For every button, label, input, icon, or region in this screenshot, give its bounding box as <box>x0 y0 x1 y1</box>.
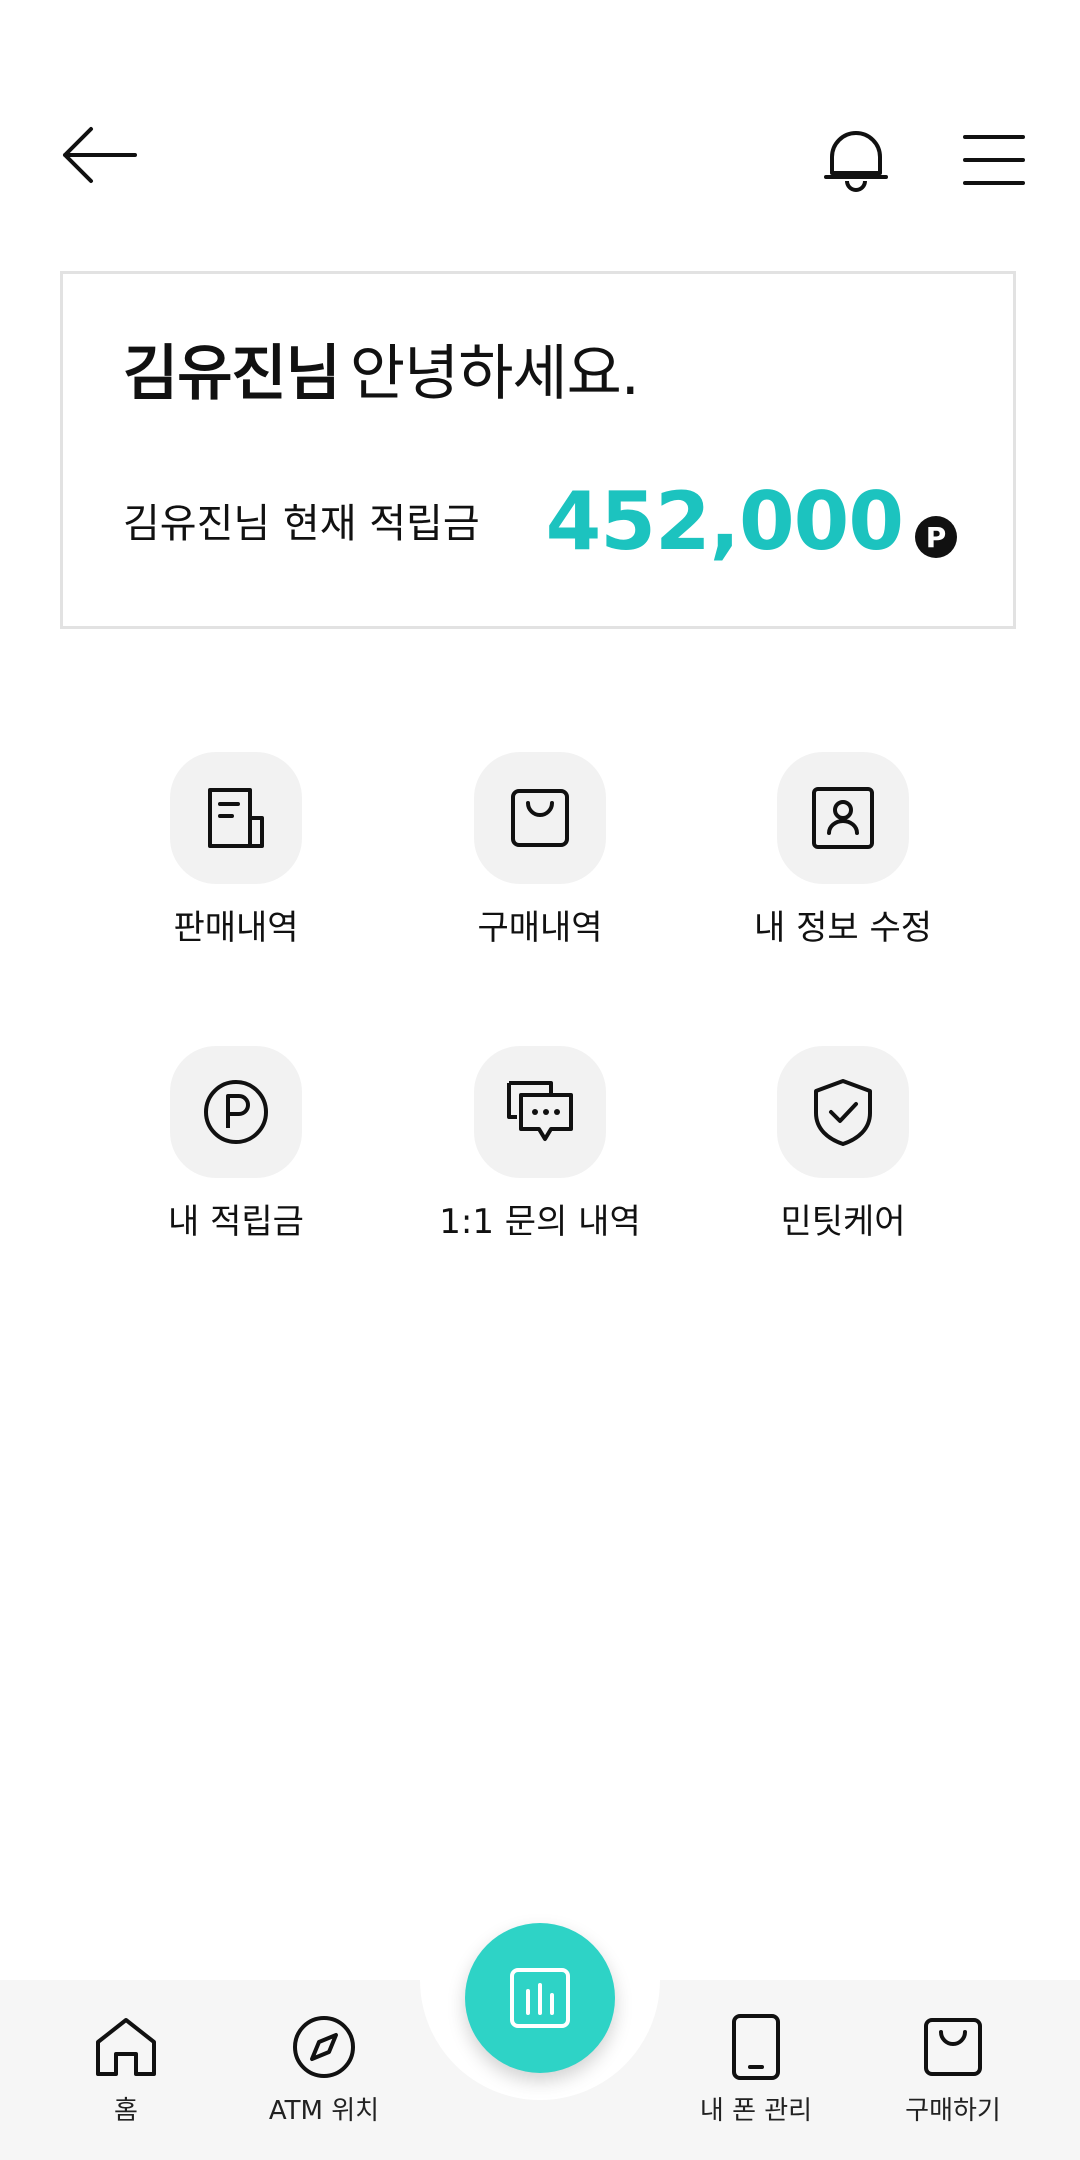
arrow-left-icon <box>63 127 137 183</box>
center-action-button[interactable] <box>465 1923 615 2073</box>
menu-item-purchase-history[interactable]: 구매내역 <box>410 752 670 992</box>
user-name: 김유진님 <box>123 339 341 409</box>
greeting-message: 안녕하세요. <box>349 339 640 409</box>
menu-item-label: 내 정보 수정 <box>753 908 932 948</box>
back-button[interactable] <box>44 110 154 200</box>
shopping-bag-icon <box>511 789 569 847</box>
greeting-card: 김유진님 안녕하세요. 김유진님 현재 적립금 452,000 P <box>60 271 1016 629</box>
point-badge: P <box>915 516 957 558</box>
menu-item-label: 판매내역 <box>173 908 299 948</box>
nav-buy[interactable]: 구매하기 <box>853 2010 1053 2124</box>
balance-label: 김유진님 현재 적립금 <box>123 501 480 547</box>
menu-item-sales-history[interactable]: 판매내역 <box>106 752 366 992</box>
compass-icon <box>293 2016 355 2078</box>
shield-check-icon <box>814 1079 872 1146</box>
balance-amount: 452,000 <box>545 475 904 568</box>
menu-item-label: 1:1 문의 내역 <box>439 1202 641 1242</box>
menu-button[interactable] <box>944 110 1044 210</box>
notification-button[interactable] <box>806 110 906 210</box>
bell-icon <box>824 131 888 192</box>
point-coin-icon <box>204 1080 268 1144</box>
hamburger-menu-icon <box>963 135 1025 185</box>
home-icon <box>96 2018 156 2076</box>
menu-item-label: 구매내역 <box>477 908 603 948</box>
nav-atm-location[interactable]: ATM 위치 <box>224 2010 424 2124</box>
shopping-bag-icon <box>924 2018 982 2076</box>
nav-my-phone[interactable]: 내 폰 관리 <box>656 2010 856 2124</box>
nav-label: 구매하기 <box>905 2096 1001 2126</box>
bar-chart-icon <box>510 1968 570 2028</box>
profile-card-icon <box>812 787 874 849</box>
phone-icon <box>732 2014 780 2080</box>
menu-item-label: 내 적립금 <box>168 1202 304 1242</box>
menu-icon-box <box>474 752 606 884</box>
menu-item-mintit-care[interactable]: 민팃케어 <box>713 1046 973 1286</box>
greeting-text: 김유진님 안녕하세요. <box>123 344 640 404</box>
menu-icon-box <box>777 752 909 884</box>
nav-home[interactable]: 홈 <box>26 2010 226 2124</box>
menu-item-label: 민팃케어 <box>780 1202 906 1242</box>
menu-item-my-points[interactable]: 내 적립금 <box>106 1046 366 1286</box>
nav-label: ATM 위치 <box>268 2096 380 2126</box>
nav-label: 홈 <box>114 2096 138 2126</box>
menu-icon-box <box>777 1046 909 1178</box>
receipt-icon <box>208 788 264 848</box>
menu-item-edit-profile[interactable]: 내 정보 수정 <box>713 752 973 992</box>
menu-icon-box <box>474 1046 606 1178</box>
menu-icon-box <box>170 1046 302 1178</box>
nav-label: 내 폰 관리 <box>699 2096 813 2126</box>
chat-bubbles-icon <box>507 1081 573 1141</box>
balance-display[interactable]: 452,000 P <box>546 482 957 562</box>
menu-icon-box <box>170 752 302 884</box>
menu-item-inquiry-history[interactable]: 1:1 문의 내역 <box>410 1046 670 1286</box>
